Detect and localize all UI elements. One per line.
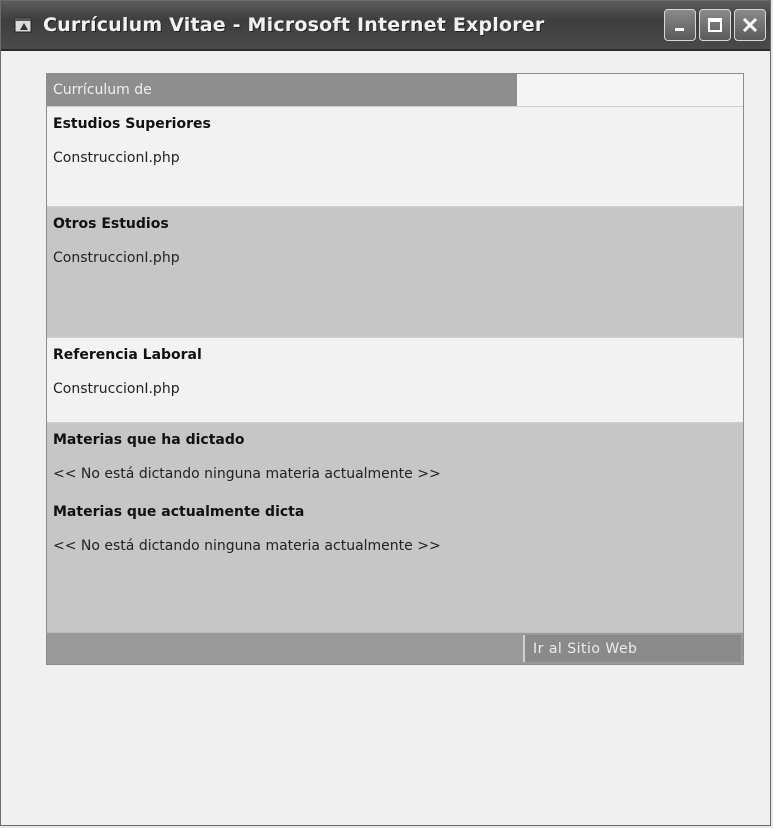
section-estudios-superiores: Estudios Superiores ConstruccionI.php [47, 106, 743, 206]
materias-actual-body: << No está dictando ninguna materia actu… [53, 538, 441, 554]
close-icon [741, 16, 759, 34]
section-body: ConstruccionI.php [53, 381, 180, 397]
materias-actual-title: Materias que actualmente dicta [53, 504, 305, 520]
minimize-button[interactable] [664, 9, 696, 41]
section-referencia-laboral: Referencia Laboral ConstruccionI.php [47, 337, 743, 422]
materias-dictado-title: Materias que ha dictado [53, 432, 245, 448]
browser-window: Currículum Vitae - Microsoft Internet Ex… [0, 0, 771, 826]
minimize-icon [672, 17, 688, 33]
materias-dictado-body: << No está dictando ninguna materia actu… [53, 466, 441, 482]
maximize-icon [707, 17, 723, 33]
section-body: ConstruccionI.php [53, 250, 180, 266]
title-bar[interactable]: Currículum Vitae - Microsoft Internet Ex… [1, 1, 770, 51]
window-controls [664, 9, 766, 41]
section-title: Referencia Laboral [53, 347, 202, 363]
ie-window-icon [13, 14, 35, 36]
section-materias: Materias que ha dictado << No está dicta… [47, 422, 743, 632]
cv-footer: Ir al Sitio Web [47, 632, 743, 664]
section-title: Estudios Superiores [53, 116, 211, 132]
section-title: Otros Estudios [53, 216, 169, 232]
maximize-button[interactable] [699, 9, 731, 41]
close-button[interactable] [734, 9, 766, 41]
cv-panel: Currículum de Estudios Superiores Constr… [46, 73, 744, 665]
section-body: ConstruccionI.php [53, 150, 180, 166]
go-to-website-link[interactable]: Ir al Sitio Web [523, 635, 741, 662]
cv-header: Currículum de [47, 74, 517, 106]
window-title: Currículum Vitae - Microsoft Internet Ex… [43, 14, 545, 36]
section-otros-estudios: Otros Estudios ConstruccionI.php [47, 206, 743, 337]
